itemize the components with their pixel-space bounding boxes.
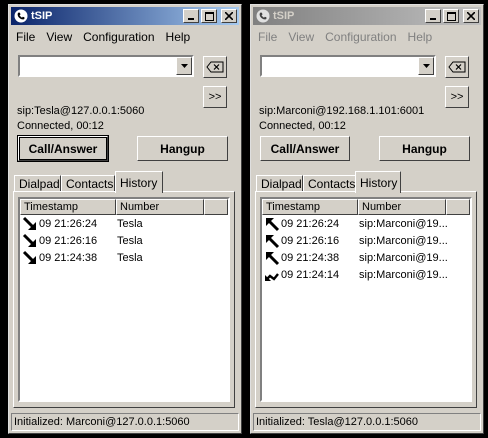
tab-contacts[interactable]: Contacts <box>61 175 115 192</box>
minimize-button[interactable] <box>425 9 441 23</box>
chevron-down-icon <box>422 64 430 68</box>
column-filler <box>204 199 228 215</box>
row-number: sip:Marconi@19... <box>359 251 448 264</box>
history-list[interactable]: Timestamp Number 09 21:26:24 Tesla 09 21… <box>18 197 230 402</box>
menu-view[interactable]: View <box>283 27 320 45</box>
maximize-icon <box>446 11 456 21</box>
column-number[interactable]: Number <box>358 199 446 215</box>
history-row[interactable]: 09 21:26:24 Tesla <box>20 215 228 232</box>
history-row[interactable]: 09 21:24:38 sip:Marconi@19... <box>262 249 470 266</box>
row-number: Tesla <box>117 217 143 230</box>
row-timestamp: 09 21:24:38 <box>39 251 98 264</box>
row-number: Tesla <box>117 251 143 264</box>
menu-configuration[interactable]: Configuration <box>78 27 160 45</box>
hangup-button[interactable]: Hangup <box>137 136 228 161</box>
title-bar[interactable]: tSIP <box>253 7 481 25</box>
maximize-icon <box>204 11 214 21</box>
menu-help[interactable]: Help <box>403 27 439 45</box>
row-timestamp: 09 21:26:24 <box>281 217 340 230</box>
status-bar: Initialized: Tesla@127.0.0.1:5060 <box>253 413 481 431</box>
menu-view[interactable]: View <box>41 27 78 45</box>
menu-file[interactable]: File <box>253 27 283 45</box>
backspace-icon <box>206 61 224 73</box>
menu-file[interactable]: File <box>11 27 41 45</box>
combo-dropdown-button[interactable] <box>418 57 434 75</box>
account-uri: sip:Marconi@192.168.1.101:6001 <box>259 105 425 117</box>
backspace-button[interactable] <box>445 56 469 78</box>
hangup-button[interactable]: Hangup <box>379 136 470 161</box>
call-status: Connected, 00:12 <box>259 120 346 132</box>
incoming-call-icon <box>22 233 36 247</box>
maximize-button[interactable] <box>443 9 459 23</box>
menu-configuration[interactable]: Configuration <box>320 27 402 45</box>
history-list[interactable]: Timestamp Number 09 21:26:24 sip:Marconi… <box>260 197 472 402</box>
history-header: Timestamp Number <box>20 199 228 215</box>
tab-contacts[interactable]: Contacts <box>303 175 357 192</box>
outgoing-call-icon <box>266 251 280 265</box>
phone-app-icon <box>14 9 28 23</box>
more-button[interactable]: >> <box>445 86 469 108</box>
row-number: sip:Marconi@19... <box>359 217 448 230</box>
minimize-icon <box>188 18 194 20</box>
combo-dropdown-button[interactable] <box>176 57 192 75</box>
history-row[interactable]: 09 21:26:24 sip:Marconi@19... <box>262 215 470 232</box>
history-row[interactable]: 09 21:24:14 sip:Marconi@19... <box>262 266 470 283</box>
window-title: tSIP <box>273 10 295 22</box>
close-button[interactable] <box>221 9 237 23</box>
more-button[interactable]: >> <box>203 86 227 108</box>
close-icon <box>225 12 233 20</box>
row-timestamp: 09 21:24:38 <box>281 251 340 264</box>
row-number: Tesla <box>117 234 143 247</box>
call-answer-button[interactable]: Call/Answer <box>17 135 109 162</box>
window-title: tSIP <box>31 10 53 22</box>
tab-dialpad[interactable]: Dialpad <box>14 175 61 192</box>
history-row[interactable]: 09 21:24:38 Tesla <box>20 249 228 266</box>
outgoing-call-icon <box>266 234 280 248</box>
minimize-icon <box>430 18 436 20</box>
column-filler <box>446 199 470 215</box>
tab-dialpad[interactable]: Dialpad <box>256 175 303 192</box>
incoming-call-icon <box>22 250 36 264</box>
account-uri: sip:Tesla@127.0.0.1:5060 <box>17 105 145 117</box>
menu-bar: File View Configuration Help <box>253 27 481 45</box>
row-number: sip:Marconi@19... <box>359 234 448 247</box>
incoming-call-icon <box>22 216 36 230</box>
dial-number-combo[interactable] <box>260 55 436 77</box>
history-row[interactable]: 09 21:26:16 sip:Marconi@19... <box>262 232 470 249</box>
close-icon <box>467 12 475 20</box>
dial-number-combo[interactable] <box>18 55 194 77</box>
row-timestamp: 09 21:26:16 <box>281 234 340 247</box>
tab-history[interactable]: History <box>355 171 401 193</box>
maximize-button[interactable] <box>201 9 217 23</box>
outgoing-call-icon <box>266 217 280 231</box>
call-answer-button[interactable]: Call/Answer <box>260 136 350 161</box>
call-status: Connected, 00:12 <box>17 120 104 132</box>
history-panel: Timestamp Number 09 21:26:24 sip:Marconi… <box>255 191 477 408</box>
column-number[interactable]: Number <box>116 199 204 215</box>
menu-help[interactable]: Help <box>161 27 197 45</box>
tsip-window-marconi: tSIP File View Configuration Help >> sip… <box>250 4 484 434</box>
row-number: sip:Marconi@19... <box>359 268 448 281</box>
minimize-button[interactable] <box>183 9 199 23</box>
close-button[interactable] <box>463 9 479 23</box>
tsip-window-tesla: tSIP File View Configuration Help >> sip… <box>8 4 242 434</box>
column-timestamp[interactable]: Timestamp <box>20 199 116 215</box>
backspace-button[interactable] <box>203 56 227 78</box>
phone-app-icon <box>256 9 270 23</box>
history-panel: Timestamp Number 09 21:26:24 Tesla 09 21… <box>13 191 235 408</box>
row-timestamp: 09 21:26:24 <box>39 217 98 230</box>
history-row[interactable]: 09 21:26:16 Tesla <box>20 232 228 249</box>
chevron-down-icon <box>180 64 188 68</box>
column-timestamp[interactable]: Timestamp <box>262 199 358 215</box>
row-timestamp: 09 21:26:16 <box>39 234 98 247</box>
menu-bar: File View Configuration Help <box>11 27 239 45</box>
history-header: Timestamp Number <box>262 199 470 215</box>
missed-call-icon <box>265 272 279 281</box>
row-timestamp: 09 21:24:14 <box>281 268 340 281</box>
status-bar: Initialized: Marconi@127.0.0.1:5060 <box>11 413 239 431</box>
backspace-icon <box>448 61 466 73</box>
title-bar[interactable]: tSIP <box>11 7 239 25</box>
tab-history[interactable]: History <box>115 171 163 193</box>
